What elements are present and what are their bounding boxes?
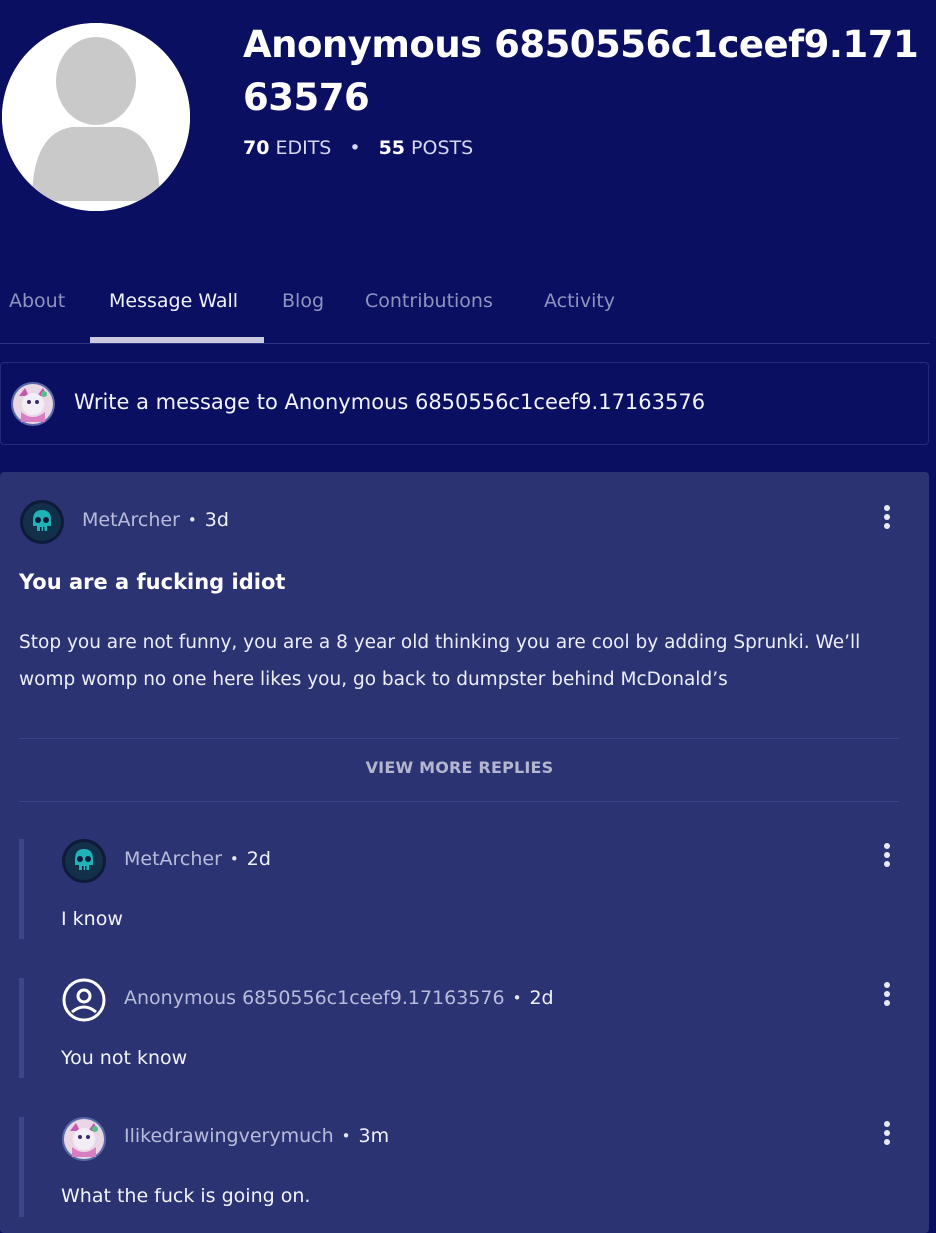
post-meta: MetArcher • 3d	[82, 509, 229, 531]
composer-placeholder[interactable]: Write a message to Anonymous 6850556c1ce…	[74, 390, 705, 414]
reply-author[interactable]: Anonymous 6850556c1ceef9.17163576	[124, 987, 505, 1009]
more-options-icon[interactable]	[881, 1121, 893, 1147]
meta-dot: •	[229, 850, 239, 868]
reply-author[interactable]: MetArcher	[124, 848, 222, 870]
more-options-icon[interactable]	[881, 982, 893, 1008]
tab-activity[interactable]: Activity	[544, 290, 615, 312]
post-time[interactable]: 3d	[205, 509, 229, 531]
reply-meta: Ilikedrawingverymuch • 3m	[124, 1125, 389, 1147]
meta-dot: •	[512, 989, 522, 1007]
meta-dot: •	[341, 1127, 351, 1145]
edits-stat[interactable]: 70 EDITS	[243, 137, 331, 159]
message-thread: MetArcher • 3d You are a fucking idiot S…	[0, 472, 929, 1233]
reply-indent-bar	[19, 1117, 24, 1217]
reply-indent-bar	[19, 839, 24, 939]
more-options-icon[interactable]	[881, 843, 893, 869]
drawing-avatar	[11, 382, 55, 426]
tab-blog[interactable]: Blog	[282, 290, 324, 312]
reply-meta: Anonymous 6850556c1ceef9.17163576 • 2d	[124, 987, 554, 1009]
active-tab-indicator	[90, 337, 264, 343]
divider	[19, 738, 899, 739]
posts-stat[interactable]: 55 POSTS	[379, 137, 474, 159]
tab-contributions[interactable]: Contributions	[365, 290, 493, 312]
reply-author[interactable]: Ilikedrawingverymuch	[124, 1125, 334, 1147]
tab-message-wall[interactable]: Message Wall	[109, 290, 238, 312]
profile-username: Anonymous 6850556c1ceef9.17163576	[243, 23, 919, 119]
stats-separator: •	[349, 137, 361, 159]
reply-body: You not know	[61, 1047, 188, 1069]
post-body: Stop you are not funny, you are a 8 year…	[19, 632, 861, 690]
tab-about[interactable]: About	[9, 290, 65, 312]
skull-avatar[interactable]	[62, 839, 106, 883]
post-author[interactable]: MetArcher	[82, 509, 180, 531]
message-composer[interactable]: Write a message to Anonymous 6850556c1ce…	[0, 362, 929, 445]
post-title[interactable]: You are a fucking idiot	[19, 570, 285, 594]
skull-avatar[interactable]	[20, 500, 64, 544]
more-options-icon[interactable]	[881, 505, 893, 531]
view-more-replies-button[interactable]: VIEW MORE REPLIES	[0, 758, 919, 777]
drawing-avatar[interactable]	[62, 1117, 106, 1161]
anon-user-icon[interactable]	[62, 978, 106, 1022]
default-user-icon	[2, 23, 190, 211]
profile-tabs: About Message Wall Blog Contributions Ac…	[0, 280, 930, 344]
meta-dot: •	[187, 511, 197, 529]
reply-time[interactable]: 2d	[247, 848, 271, 870]
reply-time[interactable]: 2d	[529, 987, 553, 1009]
reply-body: What the fuck is going on.	[61, 1185, 311, 1207]
reply-indent-bar	[19, 978, 24, 1078]
profile-avatar	[2, 23, 190, 211]
profile-stats: 70 EDITS • 55 POSTS	[243, 137, 473, 159]
reply-body: I know	[61, 908, 123, 930]
reply-time[interactable]: 3m	[359, 1125, 390, 1147]
divider	[19, 801, 899, 802]
reply-meta: MetArcher • 2d	[124, 848, 271, 870]
